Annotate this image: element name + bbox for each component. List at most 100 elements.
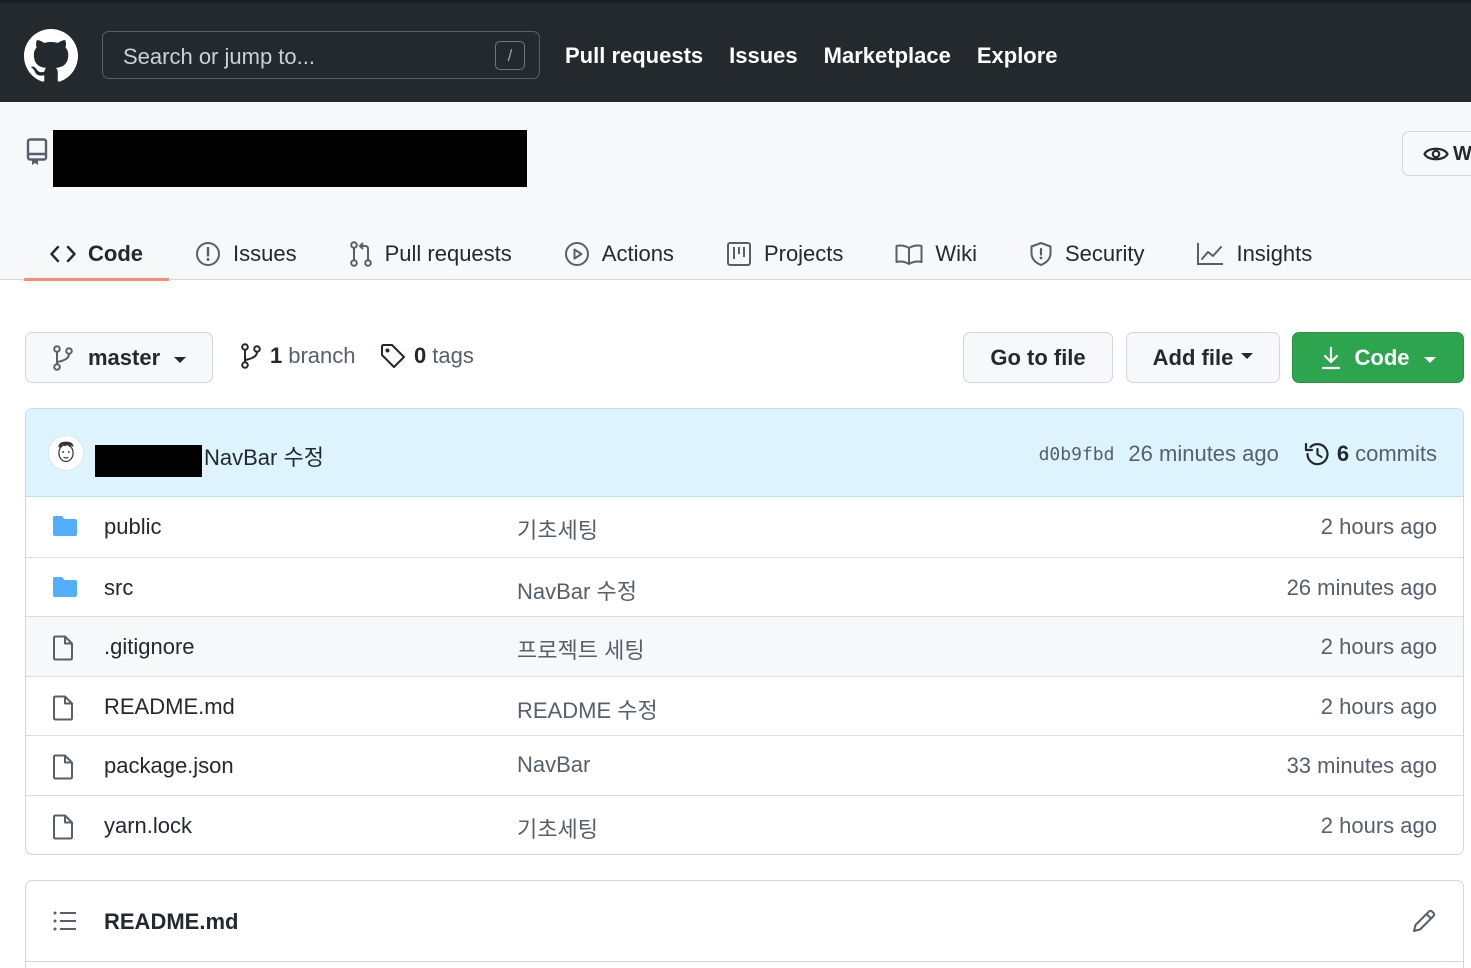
avatar[interactable] (48, 435, 84, 471)
file-age: 26 minutes ago (1286, 574, 1437, 600)
file-name[interactable]: package.json (104, 753, 234, 779)
latest-commit-bar: NavBar 수정 d0b9fbd 26 minutes ago 6 commi… (26, 409, 1463, 497)
nav-explore[interactable]: Explore (977, 43, 1058, 69)
file-commit-message[interactable]: 기초세팅 (517, 812, 598, 844)
nav-issues[interactable]: Issues (729, 43, 798, 69)
add-file-label: Add file (1152, 344, 1234, 370)
file-commit-message[interactable]: NavBar 수정 (517, 574, 637, 606)
caret-down-icon (174, 356, 187, 363)
repo-name-redacted (53, 130, 527, 187)
file-commit-message[interactable]: 기초세팅 (517, 513, 598, 545)
global-header: Search or jump to... / Pull requests Iss… (0, 0, 1471, 102)
pencil-icon[interactable] (1411, 908, 1437, 934)
file-row[interactable]: .gitignore 프로젝트 세팅 2 hours ago (26, 616, 1463, 676)
file-row[interactable]: yarn.lock 기초세팅 2 hours ago (26, 794, 1463, 855)
file-age: 2 hours ago (1320, 693, 1437, 719)
branches-link[interactable]: 1 branch (240, 343, 356, 369)
tab-projects-label: Projects (763, 241, 844, 266)
code-download-button[interactable]: Code (1292, 332, 1464, 383)
watch-label: W (1453, 143, 1471, 165)
watch-button[interactable]: W (1402, 131, 1471, 176)
branch-word: branch (288, 343, 356, 368)
tab-security-label: Security (1064, 241, 1145, 266)
file-row[interactable]: README.md README 수정 2 hours ago (26, 675, 1463, 736)
tag-icon (381, 344, 405, 368)
tab-wiki[interactable]: Wiki (869, 228, 1003, 280)
readme-title[interactable]: README.md (104, 909, 238, 935)
search-placeholder: Search or jump to... (123, 44, 315, 69)
tab-wiki-label: Wiki (935, 241, 977, 266)
file-age: 2 hours ago (1320, 812, 1437, 838)
file-age: 2 hours ago (1320, 634, 1437, 659)
github-logo-icon[interactable] (24, 29, 78, 83)
commit-author-redacted (95, 445, 202, 477)
issue-opened-icon (196, 242, 220, 266)
global-nav: Pull requests Issues Marketplace Explore (565, 43, 1058, 69)
commit-sha[interactable]: d0b9fbd (1039, 444, 1115, 465)
file-icon (53, 635, 73, 661)
tags-link[interactable]: 0 tags (380, 343, 474, 369)
play-icon (564, 242, 589, 266)
tab-security[interactable]: Security (1003, 228, 1170, 280)
tag-count: 0 (414, 343, 427, 368)
latest-commit-message[interactable]: NavBar 수정 (204, 440, 324, 472)
caret-down-icon (1423, 356, 1436, 363)
file-row[interactable]: public 기초세팅 2 hours ago (26, 497, 1463, 557)
readme-panel: README.md (25, 880, 1464, 968)
git-pull-request-icon (349, 241, 372, 267)
folder-icon (53, 576, 77, 597)
caret-down-icon (1241, 352, 1254, 359)
nav-marketplace[interactable]: Marketplace (824, 43, 951, 69)
book-icon (895, 244, 923, 265)
file-list: public 기초세팅 2 hours ago src NavBar 수정 26… (26, 497, 1463, 854)
tab-insights[interactable]: Insights (1170, 228, 1338, 280)
add-file-button[interactable]: Add file (1126, 332, 1280, 383)
tab-code-label: Code (88, 241, 143, 266)
search-input[interactable]: Search or jump to... / (102, 31, 540, 79)
file-row[interactable]: src NavBar 수정 26 minutes ago (26, 556, 1463, 617)
repo-icon (26, 138, 48, 165)
file-row[interactable]: package.json NavBar 33 minutes ago (26, 735, 1463, 795)
file-name[interactable]: .gitignore (104, 634, 195, 660)
file-icon (53, 814, 73, 839)
go-to-file-button[interactable]: Go to file (963, 332, 1113, 383)
go-to-file-label: Go to file (990, 344, 1086, 370)
file-icon (53, 754, 73, 780)
folder-icon (53, 516, 77, 536)
file-name[interactable]: src (104, 575, 133, 601)
git-branch-icon (241, 343, 261, 369)
tab-projects[interactable]: Projects (700, 228, 869, 280)
graph-icon (1197, 243, 1224, 265)
branch-count: 1 (270, 343, 283, 368)
file-name[interactable]: README.md (104, 694, 235, 720)
branch-name: master (88, 344, 161, 370)
tab-code[interactable]: Code (24, 228, 169, 281)
code-icon (50, 245, 76, 263)
file-commit-message[interactable]: 프로젝트 세팅 (517, 633, 645, 665)
nav-pull-requests[interactable]: Pull requests (565, 43, 703, 69)
tab-pull-requests-label: Pull requests (384, 241, 512, 266)
commit-word: commits (1355, 441, 1437, 466)
file-age: 33 minutes ago (1286, 753, 1437, 778)
branch-select-button[interactable]: master (25, 332, 213, 383)
tab-insights-label: Insights (1236, 241, 1313, 266)
repo-tabs: Code Issues Pull requests Actions Projec… (24, 228, 1338, 281)
search-shortcut-key: / (495, 41, 525, 70)
tab-actions-label: Actions (601, 241, 674, 266)
commit-time: 26 minutes ago (1128, 441, 1279, 466)
file-name[interactable]: yarn.lock (104, 813, 192, 839)
file-browser: NavBar 수정 d0b9fbd 26 minutes ago 6 commi… (25, 408, 1464, 855)
file-name[interactable]: public (104, 514, 161, 540)
table-of-contents-icon[interactable] (52, 909, 78, 933)
tab-actions[interactable]: Actions (538, 228, 700, 280)
tab-pull-requests[interactable]: Pull requests (323, 228, 538, 280)
file-commit-message[interactable]: NavBar (517, 752, 590, 778)
file-commit-message[interactable]: README 수정 (517, 693, 658, 725)
tag-word: tags (432, 343, 474, 368)
shield-icon (1030, 242, 1052, 266)
commit-count: 6 (1336, 441, 1350, 466)
commits-link[interactable]: 6 commits (1303, 441, 1437, 467)
project-icon (726, 242, 751, 266)
tab-issues[interactable]: Issues (169, 228, 323, 280)
eye-icon (1423, 147, 1449, 161)
